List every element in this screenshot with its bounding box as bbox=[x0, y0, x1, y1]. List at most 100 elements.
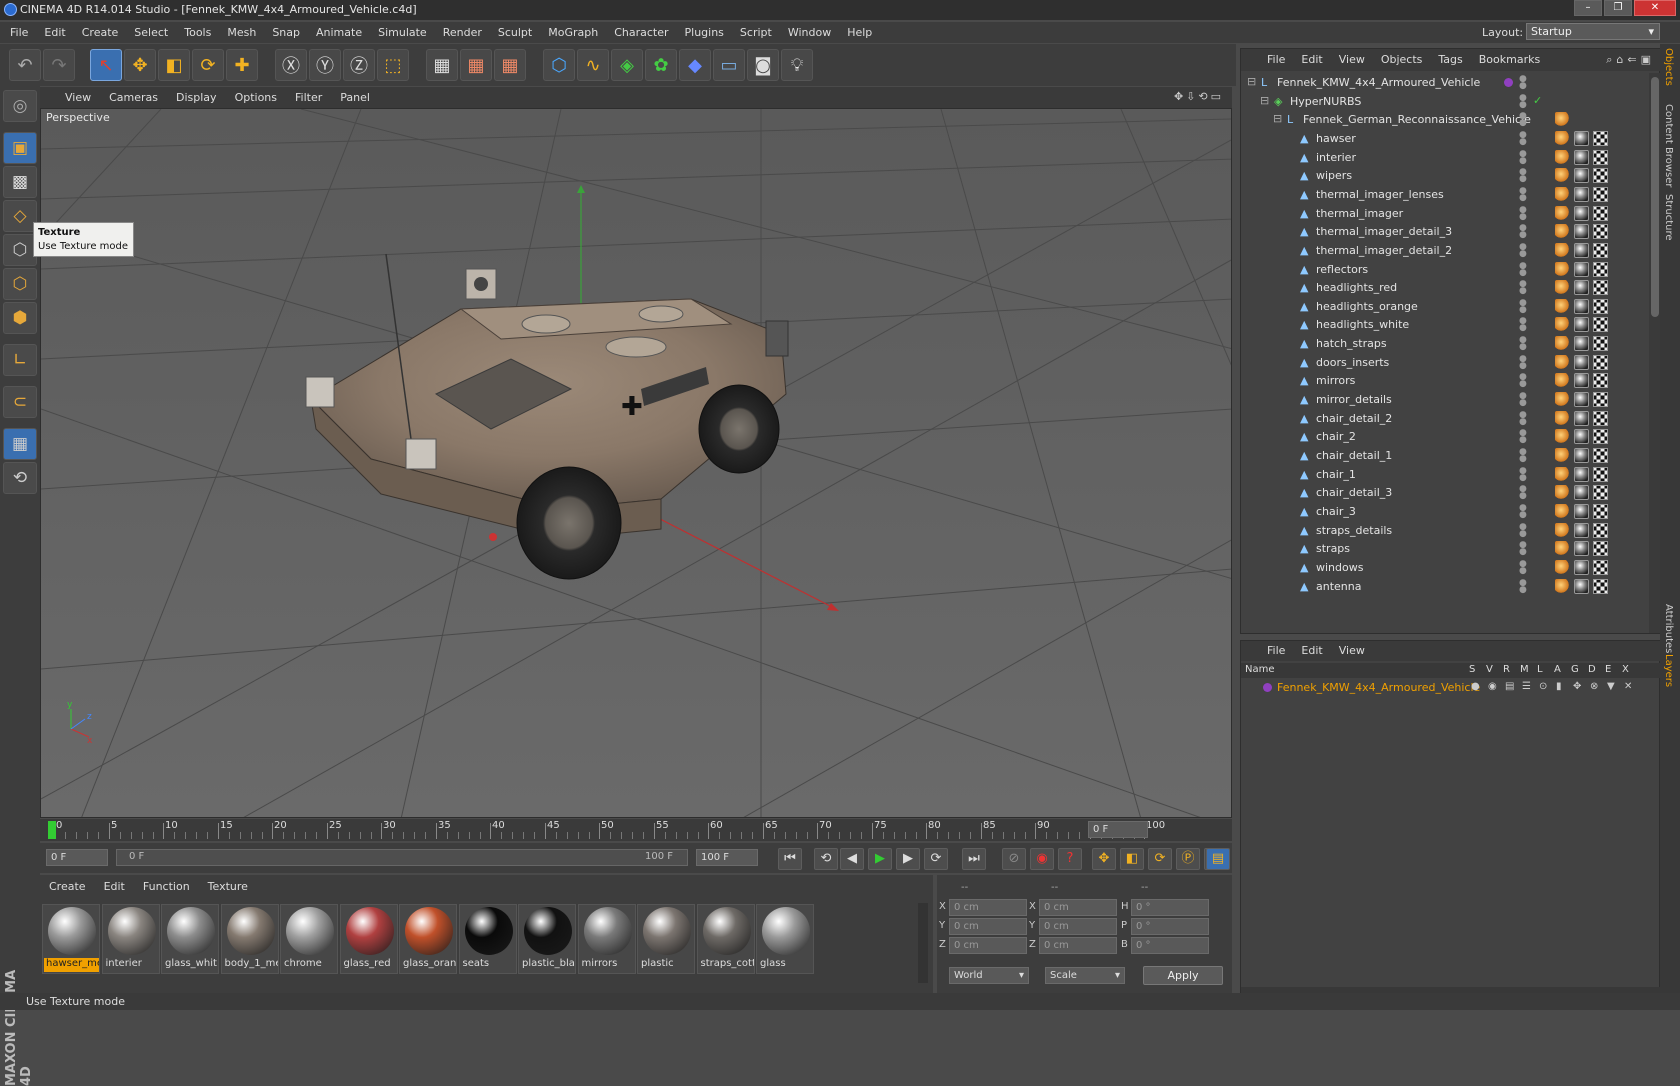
visibility-dots[interactable]: ● ● bbox=[1519, 522, 1529, 538]
object-row[interactable]: ▲ mirrors ● ● bbox=[1241, 371, 1649, 391]
menu-snap[interactable]: Snap bbox=[264, 22, 308, 43]
object-menu-view[interactable]: View bbox=[1331, 49, 1373, 71]
spline-pen-icon[interactable]: ∿ bbox=[577, 49, 609, 81]
menu-create[interactable]: Create bbox=[74, 22, 127, 43]
snap-enable-icon[interactable]: ▦ bbox=[3, 428, 37, 460]
menu-plugins[interactable]: Plugins bbox=[677, 22, 732, 43]
uvw-tag-icon[interactable] bbox=[1593, 392, 1608, 408]
visibility-dots[interactable]: ● ● bbox=[1519, 578, 1529, 594]
layer-menu-file[interactable]: File bbox=[1259, 641, 1293, 661]
material-swatch[interactable]: interier bbox=[101, 904, 160, 974]
uvw-tag-icon[interactable] bbox=[1593, 261, 1608, 277]
polygons-mode-icon[interactable]: ⬢ bbox=[3, 302, 37, 334]
uvw-tag-icon[interactable] bbox=[1593, 541, 1608, 557]
uvw-tag-icon[interactable] bbox=[1593, 186, 1608, 202]
material-swatch[interactable]: mirrors bbox=[577, 904, 636, 974]
uvw-tag-icon[interactable] bbox=[1593, 336, 1608, 352]
uvw-tag-icon[interactable] bbox=[1593, 224, 1608, 240]
layer-flag-icon[interactable]: ▼ bbox=[1607, 681, 1615, 692]
object-row[interactable]: ▲ windows ● ● bbox=[1241, 558, 1649, 578]
texture-mode-icon[interactable]: ▩ bbox=[3, 166, 37, 198]
texture-tag-icon[interactable] bbox=[1574, 168, 1589, 184]
phong-tag-icon[interactable] bbox=[1555, 373, 1570, 389]
menu-tools[interactable]: Tools bbox=[176, 22, 219, 43]
material-swatch[interactable]: seats bbox=[458, 904, 517, 974]
phong-tag-icon[interactable] bbox=[1555, 448, 1570, 463]
coordinate-system-icon[interactable]: ⬚ bbox=[377, 49, 409, 81]
deformer-icon[interactable]: ◆ bbox=[679, 49, 711, 81]
make-editable-icon[interactable]: ◎ bbox=[3, 90, 37, 122]
phong-tag-icon[interactable] bbox=[1555, 298, 1570, 314]
visibility-dots[interactable]: ● ● bbox=[1519, 392, 1529, 408]
texture-tag-icon[interactable] bbox=[1574, 224, 1589, 240]
object-row[interactable]: ▲ headlights_white ● ● bbox=[1241, 315, 1649, 335]
coord-value-field[interactable]: 0 ° bbox=[1131, 899, 1209, 916]
record-keys-disabled-icon[interactable]: ⊘ bbox=[1002, 848, 1026, 870]
cube-primitive-icon[interactable]: ⬡ bbox=[543, 49, 575, 81]
phong-tag-icon[interactable] bbox=[1555, 112, 1570, 128]
phong-tag-icon[interactable] bbox=[1555, 168, 1570, 184]
layer-flag-icon[interactable]: ✕ bbox=[1624, 681, 1632, 692]
uvw-tag-icon[interactable] bbox=[1593, 317, 1608, 333]
layer-flag-icon[interactable]: ▤ bbox=[1505, 681, 1514, 692]
next-frame-icon[interactable]: ▶ bbox=[896, 848, 920, 870]
enabled-check-icon[interactable]: ✓ bbox=[1533, 94, 1542, 107]
phong-tag-icon[interactable] bbox=[1555, 429, 1570, 445]
texture-tag-icon[interactable] bbox=[1574, 392, 1589, 408]
texture-tag-icon[interactable] bbox=[1574, 242, 1589, 258]
material-swatch[interactable]: glass bbox=[756, 904, 814, 974]
object-row[interactable]: ▲ thermal_imager ● ● bbox=[1241, 204, 1649, 224]
visibility-dots[interactable]: ● ● bbox=[1519, 242, 1529, 258]
layer-menu-view[interactable]: View bbox=[1331, 641, 1373, 661]
material-swatch[interactable]: body_1_me bbox=[220, 904, 279, 974]
menu-script[interactable]: Script bbox=[732, 22, 780, 43]
material-menu-edit[interactable]: Edit bbox=[95, 877, 134, 897]
texture-tag-icon[interactable] bbox=[1574, 317, 1589, 333]
visibility-dots[interactable]: ● ● bbox=[1519, 112, 1529, 128]
undo-icon[interactable]: ↶ bbox=[9, 49, 41, 81]
visibility-dots[interactable]: ● ● bbox=[1519, 298, 1529, 314]
coord-value-field[interactable]: 0 ° bbox=[1131, 937, 1209, 954]
current-frame-field[interactable]: 0 F bbox=[1088, 821, 1148, 838]
timeline-ruler[interactable]: 0510152025303540455055606570758085909510… bbox=[40, 819, 1232, 841]
side-tab-structure[interactable]: Structure bbox=[1663, 194, 1674, 241]
object-row[interactable]: ▲ chair_detail_1 ● ● bbox=[1241, 446, 1649, 466]
phong-tag-icon[interactable] bbox=[1555, 354, 1570, 370]
goto-end-icon[interactable]: ⏭ bbox=[962, 848, 986, 870]
object-row[interactable]: ▲ chair_3 ● ● bbox=[1241, 502, 1649, 522]
subdivision-surface-icon[interactable]: ◈ bbox=[611, 49, 643, 81]
z-axis-lock-icon[interactable]: Ⓩ bbox=[343, 49, 375, 81]
texture-tag-icon[interactable] bbox=[1574, 354, 1589, 370]
coord-value-field[interactable]: 0 cm bbox=[1039, 937, 1117, 954]
phong-tag-icon[interactable] bbox=[1555, 317, 1570, 333]
edges-mode-icon[interactable]: ⬡ bbox=[3, 268, 37, 300]
minimize-button[interactable]: – bbox=[1574, 0, 1602, 16]
object-menu-file[interactable]: File bbox=[1259, 49, 1293, 71]
goto-start-icon[interactable]: ⏮ bbox=[778, 848, 802, 870]
maximize-button[interactable]: ❐ bbox=[1604, 0, 1632, 16]
phong-tag-icon[interactable] bbox=[1555, 261, 1570, 277]
phong-tag-icon[interactable] bbox=[1555, 541, 1570, 557]
points-mode-icon[interactable]: ⬡ bbox=[3, 234, 37, 266]
visibility-dots[interactable]: ● ● bbox=[1519, 205, 1529, 221]
uvw-tag-icon[interactable] bbox=[1593, 429, 1608, 445]
layer-menu-edit[interactable]: Edit bbox=[1293, 641, 1330, 661]
object-row[interactable]: ▲ doors_inserts ● ● bbox=[1241, 353, 1649, 373]
object-row[interactable]: ▲ chair_detail_2 ● ● bbox=[1241, 409, 1649, 429]
menu-edit[interactable]: Edit bbox=[36, 22, 73, 43]
material-scrollbar[interactable] bbox=[918, 903, 928, 983]
layer-column-m[interactable]: M bbox=[1520, 664, 1529, 675]
side-tab-objects[interactable]: Objects bbox=[1663, 48, 1674, 86]
object-row[interactable]: ▲ straps ● ● bbox=[1241, 539, 1649, 559]
side-tab-layers[interactable]: Layers bbox=[1663, 654, 1674, 687]
object-row[interactable]: ▲ wipers ● ● bbox=[1241, 166, 1649, 186]
uvw-tag-icon[interactable] bbox=[1593, 130, 1608, 146]
previous-frame-icon[interactable]: ◀ bbox=[840, 848, 864, 870]
timeline-window-icon[interactable]: ▤ bbox=[1206, 848, 1230, 870]
texture-tag-icon[interactable] bbox=[1574, 261, 1589, 277]
coord-mode-select[interactable]: World ▾ bbox=[949, 967, 1029, 984]
menu-help[interactable]: Help bbox=[839, 22, 880, 43]
visibility-dots[interactable]: ● ● bbox=[1519, 354, 1529, 370]
texture-tag-icon[interactable] bbox=[1574, 205, 1589, 221]
phong-tag-icon[interactable] bbox=[1555, 485, 1570, 501]
